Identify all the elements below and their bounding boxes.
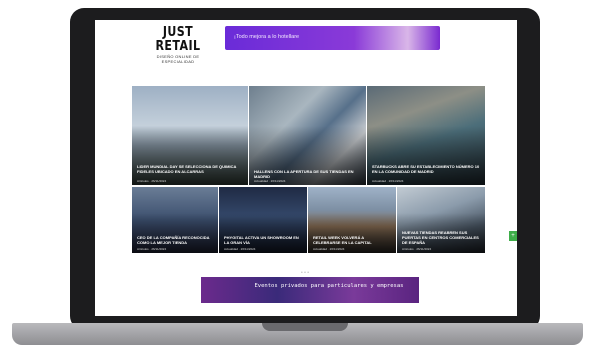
site-logo[interactable]: JUST RETAIL DISEÑO ONLINE DE ESPECIALIDA… [142,25,214,65]
article-title[interactable]: HALLENS CON LA APERTURA DE SUS TIENDAS E… [254,169,361,179]
article-card[interactable]: CEO DE LA COMPAÑÍA RECONOCIDA COMO LA ME… [132,187,218,253]
browser-screen: JUST RETAIL DISEÑO ONLINE DE ESPECIALIDA… [95,20,517,316]
bottom-ad-text: Eventos privados para particulares y emp… [254,283,404,289]
article-meta: Actualidad · 26/11/2024 [372,179,404,183]
article-meta: Actualidad · 26/11/2024 [313,247,345,251]
article-card[interactable]: LIDER MUNDIAL DAY SE SELECCIONA DE QUIMI… [132,86,248,185]
top-ad-text: ¡Todo mejora a lo hotellare [234,34,300,40]
article-title[interactable]: STARBUCKS ABRE SU ESTABLECIMIENTO NÚMERO… [372,164,480,174]
article-title[interactable]: PHYGITAL ACTIVA UN SHOWROOM EN LA GRAN V… [224,235,302,245]
article-title[interactable]: LIDER MUNDIAL DAY SE SELECCIONA DE QUIMI… [137,164,243,174]
top-ad-banner[interactable]: ¡Todo mejora a lo hotellare [225,26,440,50]
article-card[interactable]: HALLENS CON LA APERTURA DE SUS TIENDAS E… [249,86,366,185]
article-card[interactable]: NUEVAS TIENDAS REABREN SUS PUERTAS EN CE… [397,187,485,253]
article-meta: Actualidad · 26/11/2024 [254,179,286,183]
pagination-dots: • • • [301,270,310,276]
logo-tagline: DISEÑO ONLINE DE ESPECIALIDAD [156,54,200,64]
article-meta: Artículos · 26/11/2024 [137,247,167,251]
logo-title: JUST RETAIL [155,25,201,54]
article-meta: Artículos · 26/11/2024 [137,179,167,183]
plus-icon[interactable]: + [509,231,517,241]
article-title[interactable]: RETAIL WEEK VOLVERÁ A CELEBRARSE EN LA C… [313,235,391,245]
article-title[interactable]: CEO DE LA COMPAÑÍA RECONOCIDA COMO LA ME… [137,235,213,245]
article-card[interactable]: PHYGITAL ACTIVA UN SHOWROOM EN LA GRAN V… [219,187,307,253]
bottom-ad-banner[interactable]: Eventos privados para particulares y emp… [201,277,419,303]
article-card[interactable]: STARBUCKS ABRE SU ESTABLECIMIENTO NÚMERO… [367,86,485,185]
article-meta: Actualidad · 26/11/2024 [224,247,256,251]
article-meta: Artículos · 26/11/2024 [402,247,432,251]
laptop-notch [262,323,348,331]
article-title[interactable]: NUEVAS TIENDAS REABREN SUS PUERTAS EN CE… [402,230,480,245]
article-card[interactable]: RETAIL WEEK VOLVERÁ A CELEBRARSE EN LA C… [308,187,396,253]
